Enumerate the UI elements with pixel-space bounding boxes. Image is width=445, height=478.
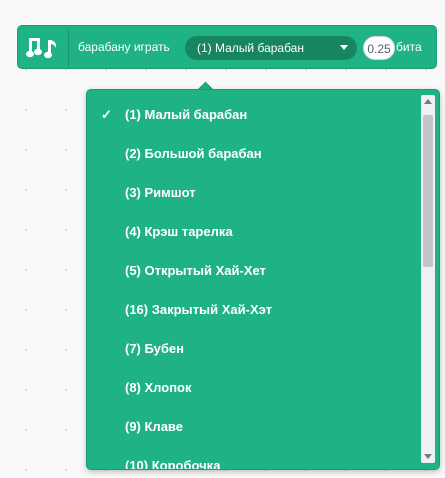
drum-option-label: (7) Бубен <box>125 341 185 356</box>
drum-option-9[interactable]: (9) Клаве <box>87 407 417 446</box>
scroll-up-arrow-icon[interactable] <box>421 95 435 109</box>
drum-option-label: (4) Крэш тарелка <box>125 224 233 239</box>
scroll-down-arrow-icon[interactable] <box>421 449 435 463</box>
drum-option-1[interactable]: ✓ (1) Малый барабан <box>87 95 417 134</box>
drum-option-label: (9) Клаве <box>125 419 183 434</box>
drum-option-7[interactable]: (7) Бубен <box>87 329 417 368</box>
drum-option-label: (3) Римшот <box>125 185 196 200</box>
drum-option-label: (10) Коробочка <box>125 458 221 470</box>
drum-option-8[interactable]: (8) Хлопок <box>87 368 417 407</box>
drum-dropdown-menu: ✓ (1) Малый барабан (2) Большой барабан … <box>86 89 440 470</box>
drum-options-list: ✓ (1) Малый барабан (2) Большой барабан … <box>87 90 439 469</box>
beats-input[interactable]: 0.25 <box>363 36 395 60</box>
drum-select-dropdown[interactable]: (1) Малый барабан <box>185 36 357 60</box>
checkmark-icon: ✓ <box>101 107 112 122</box>
beats-label: бита <box>396 40 422 54</box>
music-notes-icon <box>26 32 60 64</box>
drum-option-5[interactable]: (5) Открытый Хай-Хет <box>87 251 417 290</box>
drum-option-label: (2) Большой барабан <box>125 146 262 161</box>
drum-select-value: (1) Малый барабан <box>197 41 304 55</box>
drum-option-label: (1) Малый барабан <box>125 107 248 122</box>
block-divider <box>68 30 69 66</box>
drum-option-6[interactable]: (16) Закрытый Хай-Хэт <box>87 290 417 329</box>
dropdown-scrollbar[interactable] <box>421 95 435 463</box>
drum-option-2[interactable]: (2) Большой барабан <box>87 134 417 173</box>
drum-option-label: (16) Закрытый Хай-Хэт <box>125 302 272 317</box>
scrollbar-thumb[interactable] <box>423 115 433 267</box>
drum-option-10[interactable]: (10) Коробочка <box>87 446 417 470</box>
drum-option-4[interactable]: (4) Крэш тарелка <box>87 212 417 251</box>
drum-option-3[interactable]: (3) Римшот <box>87 173 417 212</box>
caret-down-icon <box>340 45 348 50</box>
play-drum-text: барабану играть <box>78 40 170 54</box>
drum-option-label: (5) Открытый Хай-Хет <box>125 263 266 278</box>
drum-option-label: (8) Хлопок <box>125 380 192 395</box>
play-drum-block[interactable]: барабану играть (1) Малый барабан 0.25 б… <box>17 25 437 69</box>
